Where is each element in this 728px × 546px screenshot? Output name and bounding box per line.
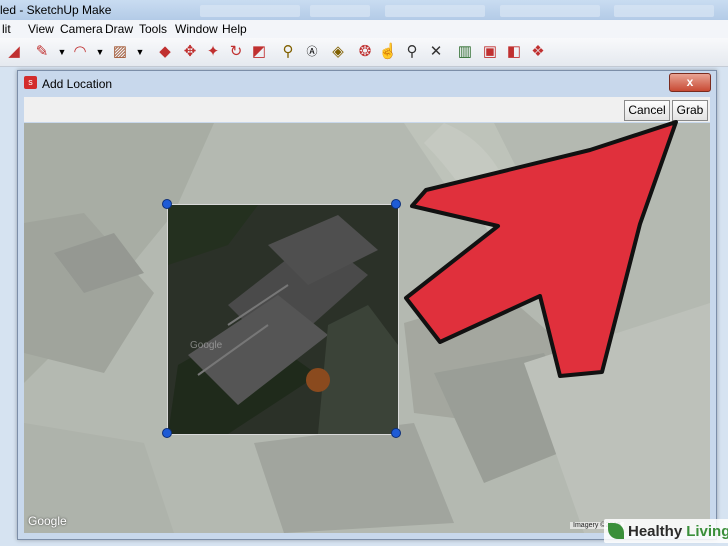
healthy-living-watermark: Healthy Living [604, 519, 728, 543]
watermark-brand: Healthy [628, 522, 683, 540]
leaf-icon [608, 523, 624, 539]
annotation-arrow [404, 120, 678, 378]
watermark-sub: Living [686, 522, 728, 540]
